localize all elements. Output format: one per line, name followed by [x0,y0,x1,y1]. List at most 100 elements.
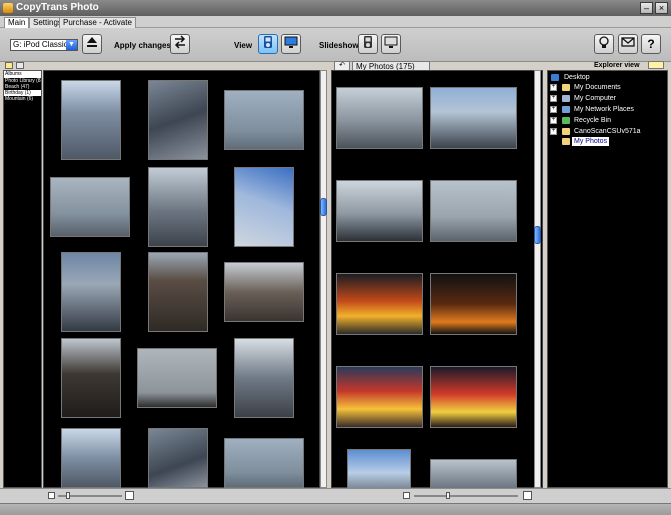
zoom-bar [0,488,671,503]
explorer-view-label: Explorer view [594,62,640,69]
explorer-toggle-icon[interactable] [648,61,664,69]
monitor-icon [384,36,398,48]
album-item[interactable]: Mountain (6) [4,96,41,102]
photo-thumbnail[interactable] [148,252,208,332]
ipod-zoom-slider-thumb[interactable] [66,492,70,499]
tree-item-my-network-places[interactable]: + My Network Places [550,105,666,114]
zoom-in-icon[interactable] [125,491,134,500]
status-bar [0,503,671,515]
album-list-header: Albums [4,71,41,78]
scrollbar-thumb[interactable] [534,226,541,244]
photo-thumbnail[interactable] [50,177,130,237]
eject-icon [87,37,97,47]
photo-thumbnail[interactable] [430,273,517,335]
expand-icon[interactable]: + [550,84,557,91]
expand-icon[interactable]: + [550,95,557,102]
photo-thumbnail[interactable] [430,180,517,242]
mail-icon [621,37,635,47]
device-select[interactable]: G: iPod Classic ▼ [10,39,78,51]
pc-photos-pane [331,70,543,489]
photo-thumbnail[interactable] [61,80,121,160]
tab-purchase-activate[interactable]: Purchase - Activate [59,17,136,28]
device-select-value: G: iPod Classic [13,40,68,49]
tree-item-canoscan[interactable]: + CanoScanCSUv571a [550,127,666,136]
pc-pane-scrollbar[interactable] [534,70,541,488]
photo-thumbnail[interactable] [148,428,208,488]
photo-thumbnail[interactable] [336,87,423,149]
contact-button[interactable] [618,34,638,54]
album-list: Albums Photo Library (88) Beach (47) Bir… [3,70,42,488]
pc-zoom-slider-thumb[interactable] [446,492,450,499]
folder-icon [562,138,570,145]
apply-changes-label: Apply changes [114,41,171,50]
recycle-bin-icon [562,117,570,124]
photo-thumbnail[interactable] [148,167,208,247]
zoom-out-icon[interactable] [48,492,55,499]
rename-album-icon[interactable] [16,62,24,69]
photo-thumbnail[interactable] [61,252,121,332]
app-logo-icon [3,3,13,13]
photo-thumbnail[interactable] [430,87,517,149]
tree-item-my-photos[interactable]: My Photos [550,137,666,146]
window-title: CopyTrans Photo [16,2,99,13]
lightbulb-icon [599,36,609,48]
tree-item-desktop[interactable]: Desktop [550,73,666,82]
tree-item-my-computer[interactable]: + My Computer [550,94,666,103]
photo-thumbnail[interactable] [224,90,304,150]
new-album-icon[interactable] [5,62,13,69]
chevron-down-icon[interactable]: ▼ [66,40,77,50]
help-button[interactable]: ? [641,34,661,54]
close-button[interactable]: × [655,2,668,14]
photo-thumbnail[interactable] [336,180,423,242]
computer-icon [562,95,570,102]
photo-thumbnail[interactable] [336,366,423,428]
pc-zoom-slider[interactable] [414,495,518,497]
tree-item-my-documents[interactable]: + My Documents [550,83,666,92]
tree-item-recycle-bin[interactable]: + Recycle Bin [550,116,666,125]
photo-thumbnail[interactable] [137,348,217,408]
photo-thumbnail[interactable] [224,438,304,488]
slideshow-computer-button[interactable] [381,34,401,54]
eject-button[interactable] [82,34,102,54]
photo-thumbnail[interactable] [430,366,517,428]
folder-tree: Desktop + My Documents + My Computer + M… [547,70,668,488]
network-icon [562,106,570,113]
toolbar: G: iPod Classic ▼ Apply changes View Sli… [0,29,671,62]
photo-thumbnail[interactable] [234,338,294,418]
photo-thumbnail[interactable] [430,459,517,489]
photo-thumbnail[interactable] [224,262,304,322]
ipod-icon [264,36,272,48]
view-label: View [234,41,253,50]
zoom-in-icon[interactable] [523,491,532,500]
photo-thumbnail[interactable] [336,273,423,335]
photo-thumbnail[interactable] [148,80,208,160]
photo-thumbnail[interactable] [347,449,411,489]
expand-icon[interactable]: + [550,106,557,113]
title-bar: CopyTrans Photo – × [0,0,671,16]
swap-arrows-icon [174,35,186,49]
desktop-icon [551,74,559,81]
minimize-button[interactable]: – [640,2,653,14]
folder-icon [562,128,570,135]
slideshow-ipod-button[interactable] [358,34,378,54]
ipod-icon [364,36,372,48]
view-computer-button[interactable] [281,34,301,54]
expand-icon[interactable]: + [550,128,557,135]
slideshow-label: Slideshow [319,41,359,50]
ipod-pane-scrollbar[interactable] [320,70,327,488]
folder-icon [562,84,570,91]
photo-thumbnail[interactable] [234,167,294,247]
view-ipod-button[interactable] [258,34,278,54]
photo-thumbnail[interactable] [61,338,121,418]
zoom-out-icon[interactable] [403,492,410,499]
tips-button[interactable] [594,34,614,54]
ipod-photos-pane [43,70,320,488]
tab-main[interactable]: Main [4,17,30,28]
help-icon: ? [647,37,655,51]
monitor-icon [284,36,298,48]
scrollbar-thumb[interactable] [320,198,327,216]
tab-bar: Main Settings Purchase - Activate [0,16,671,28]
photo-thumbnail[interactable] [61,428,121,488]
expand-icon[interactable]: + [550,117,557,124]
apply-changes-button[interactable] [170,34,190,54]
